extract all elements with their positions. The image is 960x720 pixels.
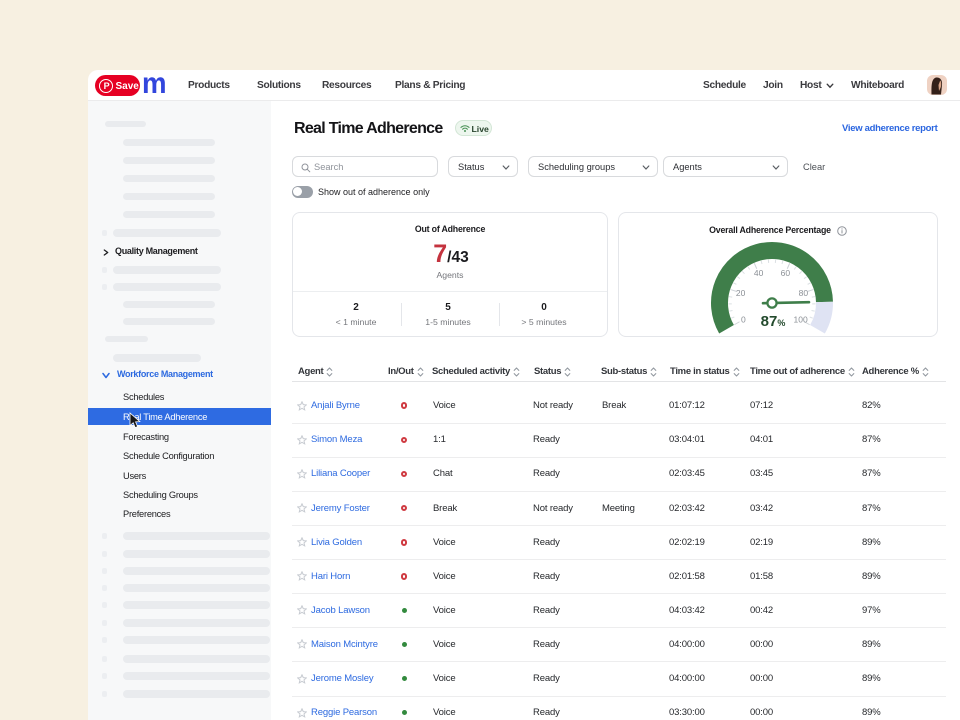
svg-text:100: 100 [794,315,808,325]
svg-text:80: 80 [799,288,809,298]
svg-text:20: 20 [736,288,746,298]
svg-text:40: 40 [754,268,764,278]
svg-text:0: 0 [741,315,746,325]
svg-text:60: 60 [781,268,791,278]
